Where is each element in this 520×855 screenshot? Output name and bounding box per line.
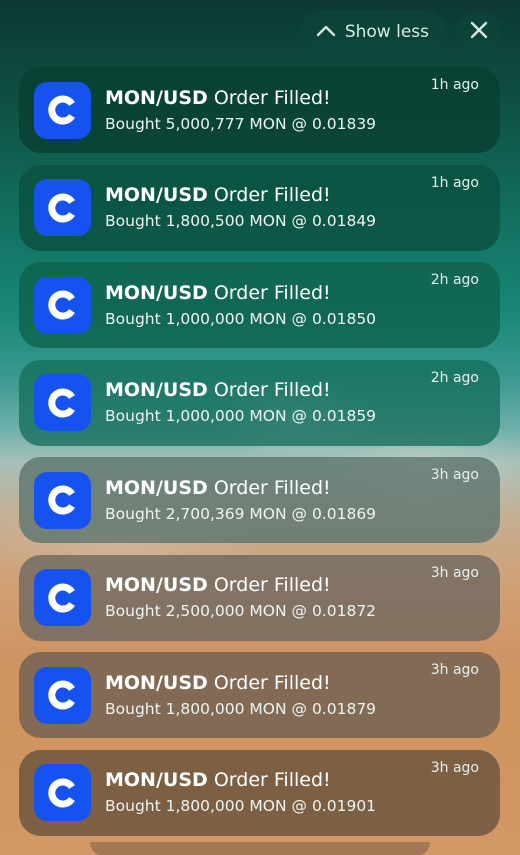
notification-body: Bought 1,800,000 MON @ 0.01879 xyxy=(105,699,377,718)
notification-body: Bought 2,500,000 MON @ 0.01872 xyxy=(105,602,377,620)
coinbase-logo-icon xyxy=(34,569,91,626)
coinbase-logo-icon xyxy=(34,666,91,724)
notification-title: MON/USD Order Filled! xyxy=(105,574,376,596)
notification-body: Bought 2,700,369 MON @ 0.01869 xyxy=(105,504,377,523)
notification-time: 3h ago xyxy=(430,662,479,678)
order-status: Order Filled! xyxy=(213,476,331,499)
notification-title: MON/USD Order Filled! xyxy=(105,184,376,206)
notification-time: 2h ago xyxy=(430,272,479,288)
notification-body: Bought 1,800,500 MON @ 0.01849 xyxy=(105,212,377,230)
order-status: Order Filled! xyxy=(213,671,331,694)
show-less-button[interactable]: Show less xyxy=(300,10,446,54)
order-status: Order Filled! xyxy=(213,379,331,401)
trading-pair: MON/USD xyxy=(105,379,208,401)
coinbase-logo-icon xyxy=(34,764,91,821)
trading-pair: MON/USD xyxy=(105,769,208,791)
notification-title: MON/USD Order Filled! xyxy=(105,672,376,694)
notification-title: MON/USD Order Filled! xyxy=(105,477,376,499)
notification-time: 3h ago xyxy=(430,759,479,776)
notification-card[interactable]: MON/USD Order Filled! Bought 2,700,369 M… xyxy=(19,457,500,543)
notification-card[interactable]: MON/USD Order Filled! Bought 5,000,777 M… xyxy=(19,67,500,153)
notification-body: Bought 5,000,777 MON @ 0.01839 xyxy=(105,114,377,133)
notification-card[interactable]: MON/USD Order Filled! Bought 1,000,000 M… xyxy=(19,359,500,446)
notification-time: 3h ago xyxy=(430,564,479,581)
notification-title: MON/USD Order Filled! xyxy=(105,87,376,109)
order-status: Order Filled! xyxy=(213,86,331,109)
notification-card[interactable]: MON/USD Order Filled! Bought 1,000,000 M… xyxy=(19,262,500,348)
notification-time: 3h ago xyxy=(430,467,479,483)
notification-time: 1h ago xyxy=(430,174,479,191)
notification-time: 2h ago xyxy=(430,369,479,386)
notification-body: Bought 1,000,000 MON @ 0.01859 xyxy=(105,407,377,425)
trading-pair: MON/USD xyxy=(105,574,208,596)
order-status: Order Filled! xyxy=(213,769,331,791)
notification-title: MON/USD Order Filled! xyxy=(105,379,376,401)
trading-pair: MON/USD xyxy=(105,281,208,304)
notification-time: 1h ago xyxy=(430,77,479,93)
trading-pair: MON/USD xyxy=(105,671,208,694)
coinbase-logo-icon xyxy=(34,374,91,431)
close-icon xyxy=(470,21,488,43)
trading-pair: MON/USD xyxy=(105,86,208,109)
notification-body: Bought 1,000,000 MON @ 0.01850 xyxy=(105,309,377,328)
notification-card[interactable]: MON/USD Order Filled! Bought 1,800,500 M… xyxy=(19,164,500,251)
notification-card[interactable]: MON/USD Order Filled! Bought 1,800,000 M… xyxy=(19,749,500,836)
notification-title: MON/USD Order Filled! xyxy=(105,282,376,304)
coinbase-logo-icon xyxy=(34,276,91,334)
order-status: Order Filled! xyxy=(213,184,331,206)
coinbase-logo-icon xyxy=(34,471,91,529)
show-less-label: Show less xyxy=(344,22,429,42)
stacked-notification-edge xyxy=(90,842,430,855)
notification-body: Bought 1,800,000 MON @ 0.01901 xyxy=(105,797,377,815)
notification-card[interactable]: MON/USD Order Filled! Bought 1,800,000 M… xyxy=(19,652,500,738)
notification-controls: Show less xyxy=(300,10,501,54)
trading-pair: MON/USD xyxy=(105,184,208,206)
coinbase-logo-icon xyxy=(34,81,91,139)
chevron-up-icon xyxy=(316,22,336,42)
notification-card[interactable]: MON/USD Order Filled! Bought 2,500,000 M… xyxy=(19,554,500,641)
coinbase-logo-icon xyxy=(34,179,91,236)
order-status: Order Filled! xyxy=(213,281,331,304)
clear-notifications-button[interactable] xyxy=(457,10,501,54)
trading-pair: MON/USD xyxy=(105,476,208,499)
notification-stack: MON/USD Order Filled! Bought 5,000,777 M… xyxy=(19,67,500,847)
notification-title: MON/USD Order Filled! xyxy=(105,769,376,791)
order-status: Order Filled! xyxy=(213,574,331,596)
